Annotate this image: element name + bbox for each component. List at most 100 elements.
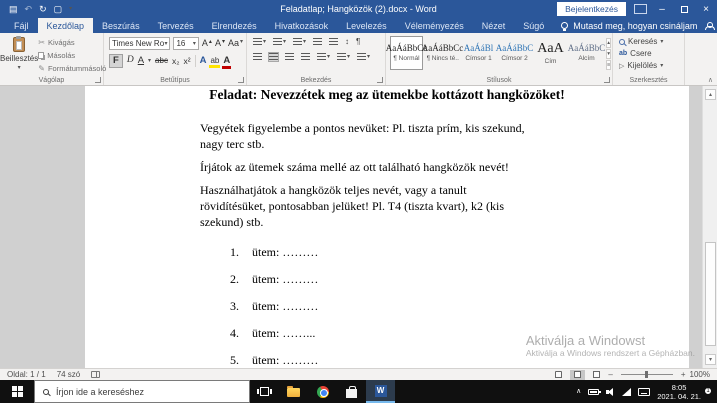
sign-in-button[interactable]: Bejelentkezés [557,2,626,16]
scroll-up-icon[interactable]: ▴ [705,89,716,100]
increase-indent-button[interactable] [328,37,339,47]
word-count[interactable]: 74 szó [57,370,81,379]
zoom-in-button[interactable]: + [681,370,686,379]
scrollbar-thumb[interactable] [705,242,716,346]
style-gallery-more-icon[interactable]: ≡ [606,60,612,70]
underline-caret-icon[interactable]: ▾ [148,58,151,64]
speaker-icon[interactable] [606,387,615,396]
word-taskbar-button[interactable]: W [366,380,395,403]
start-button[interactable] [0,380,34,403]
bullets-button[interactable]: ▾ [252,37,267,47]
customize-qat-caret-icon[interactable]: ▾ [69,6,72,12]
keyboard-icon[interactable] [638,387,651,396]
multilevel-list-button[interactable]: ▾ [292,37,307,47]
style-scroll-down-icon[interactable]: ▾ [606,49,612,59]
text-effects-button[interactable]: A [200,56,207,66]
align-left-button[interactable] [252,52,263,62]
decrease-indent-button[interactable] [312,37,323,47]
style-title[interactable]: AaA Cím [534,36,567,70]
highlight-color-button[interactable]: ab [209,56,221,68]
numbering-button[interactable]: ▾ [272,37,287,47]
scroll-down-icon[interactable]: ▾ [705,354,716,365]
align-right-button[interactable] [284,52,295,62]
chrome-button[interactable] [308,380,337,403]
justify-button[interactable] [300,52,311,62]
find-button[interactable]: Keresés ▾ [619,37,682,46]
collapse-ribbon-icon[interactable]: ∧ [708,76,713,84]
redo-icon[interactable]: ↻ [39,4,47,14]
font-color-button[interactable]: A [222,56,232,68]
tab-mailings[interactable]: Levelezés [337,18,396,33]
borders-button[interactable]: ▾ [356,52,371,62]
tab-help[interactable]: Súgó [514,18,553,33]
paragraph-dialog-launcher-icon[interactable] [377,77,383,83]
italic-button[interactable]: D [127,55,134,66]
sort-button[interactable]: ↕ [344,37,350,47]
tray-expand-icon[interactable]: ∧ [576,388,581,395]
tab-insert[interactable]: Beszúrás [93,18,149,33]
tab-view[interactable]: Nézet [473,18,515,33]
style-subtitle[interactable]: AaÁáBbC Alcím [568,36,606,70]
style-heading2[interactable]: AaÁáBbC Címsor 2 [496,36,534,70]
styles-dialog-launcher-icon[interactable] [604,77,610,83]
font-name-combo[interactable]: Times New Ro ▾ [109,37,171,50]
tab-review[interactable]: Véleményezés [396,18,473,33]
shrink-font-button[interactable]: A ▾ [215,39,225,48]
read-mode-button[interactable] [551,370,566,380]
battery-icon[interactable] [588,388,602,395]
replace-button[interactable]: ab Csere [619,49,682,58]
tell-me-box[interactable]: Mutasd meg, hogyan csináljam [553,18,705,33]
ribbon-display-options-icon[interactable] [634,4,647,14]
show-marks-button[interactable]: ¶ [355,37,361,47]
taskbar-clock[interactable]: 8:05 2021. 04. 21. [657,383,701,401]
cut-button[interactable]: ✂ Kivágás [38,38,106,47]
superscript-button[interactable]: x² [184,56,191,66]
bold-button[interactable]: F [109,54,123,68]
zoom-slider-thumb[interactable] [644,371,648,378]
style-heading1[interactable]: AaÁáBl Címsor 1 [462,36,495,70]
strikethrough-button[interactable]: abc [155,56,168,65]
underline-button[interactable]: A [138,56,144,66]
tab-layout[interactable]: Elrendezés [203,18,266,33]
print-layout-button[interactable] [570,369,586,380]
copy-button[interactable]: Másolás [38,51,106,60]
select-button[interactable]: ▷ Kijelölés ▾ [619,61,682,70]
page-indicator[interactable]: Oldal: 1 / 1 [7,370,46,379]
shading-button[interactable]: ▾ [336,52,351,62]
minimize-button[interactable]: – [651,0,673,18]
store-button[interactable] [337,380,366,403]
tab-file[interactable]: Fájl [5,18,38,33]
line-spacing-button[interactable]: ▾ [316,52,331,62]
style-scroll-up-icon[interactable]: ▴ [606,38,612,48]
change-case-button[interactable]: Aa ▾ [228,39,243,48]
zoom-level[interactable]: 100% [690,370,710,379]
subscript-button[interactable]: x₂ [172,56,180,66]
clipboard-dialog-launcher-icon[interactable] [95,77,101,83]
document-page[interactable]: Feladat: Nevezzétek meg az ütemekbe kott… [85,86,689,368]
tab-references[interactable]: Hivatkozások [266,18,338,33]
web-layout-button[interactable] [589,370,604,380]
task-view-button[interactable] [250,380,279,403]
new-document-icon[interactable]: ▢ [54,4,63,14]
proofing-icon[interactable] [91,371,101,378]
format-painter-button[interactable]: ✎ Formátummásoló [38,64,106,73]
tab-design[interactable]: Tervezés [149,18,203,33]
tab-home[interactable]: Kezdőlap [37,18,94,33]
close-button[interactable]: × [695,0,717,18]
network-icon[interactable] [622,387,632,396]
zoom-slider[interactable] [620,371,673,378]
font-size-combo[interactable]: 16 ▾ [173,37,199,50]
vertical-scrollbar[interactable]: ▴ ▾ [702,86,717,368]
undo-icon[interactable]: ↶ [25,4,33,14]
font-dialog-launcher-icon[interactable] [238,77,244,83]
style-no-spacing[interactable]: AaÁáBbCc ¶ Nincs té... [422,36,464,70]
taskbar-search-input[interactable]: Írjon ide a kereséshez [34,380,250,403]
share-button[interactable]: Megosztás [705,18,717,33]
file-explorer-button[interactable] [279,380,308,403]
paste-button[interactable]: Beillesztés ▾ [0,33,38,85]
restore-button[interactable] [673,0,695,18]
style-normal[interactable]: AaÁáBbCc ¶ Normál [386,36,427,70]
align-center-button[interactable] [268,52,279,62]
grow-font-button[interactable]: A ▴ [202,39,212,48]
save-icon[interactable]: ▤ [9,4,18,14]
